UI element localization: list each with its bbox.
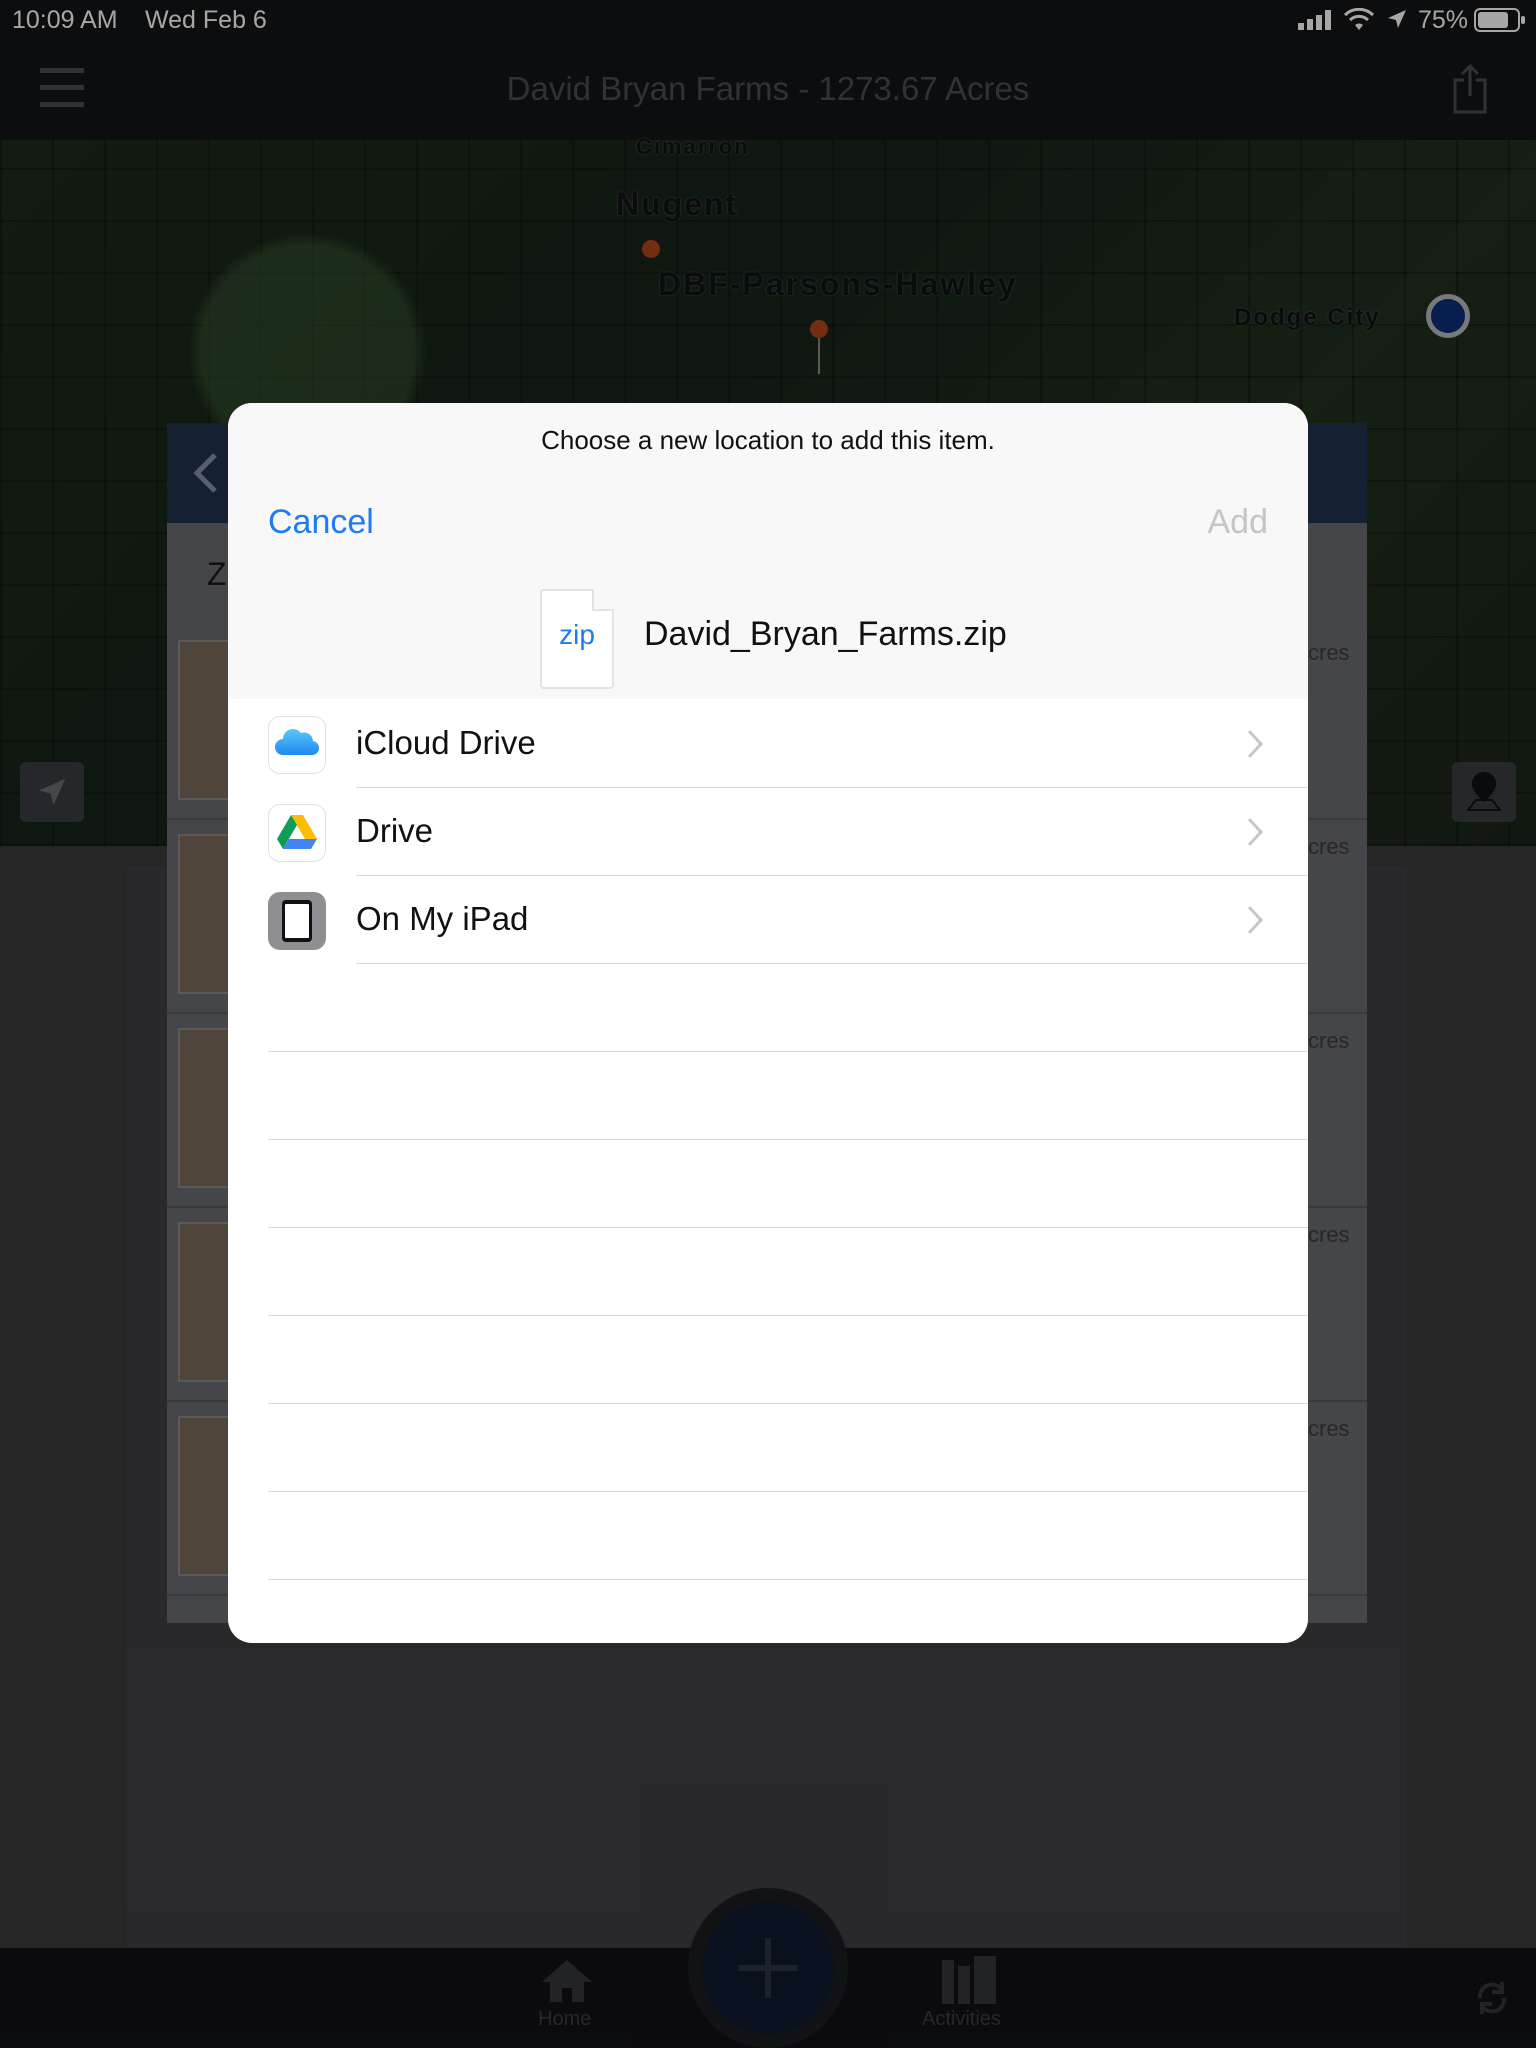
location-icloud-drive[interactable]: iCloud Drive xyxy=(228,700,1308,788)
location-picker-modal: Choose a new location to add this item. … xyxy=(228,403,1308,1643)
empty-row-separator xyxy=(268,1491,1308,1492)
cancel-button[interactable]: Cancel xyxy=(268,503,374,542)
empty-row-separator xyxy=(268,1403,1308,1404)
chevron-right-icon xyxy=(1247,905,1264,935)
location-google-drive[interactable]: Drive xyxy=(228,788,1308,876)
icloud-icon xyxy=(268,716,326,774)
file-name: David_Bryan_Farms.zip xyxy=(644,615,1007,653)
location-label: Drive xyxy=(356,812,434,849)
add-button[interactable]: Add xyxy=(1208,503,1269,542)
modal-prompt: Choose a new location to add this item. xyxy=(541,425,995,455)
row-separator xyxy=(356,963,1308,964)
chevron-right-icon xyxy=(1247,729,1264,759)
location-label: On My iPad xyxy=(356,900,529,937)
google-drive-icon xyxy=(268,804,326,862)
empty-row-separator xyxy=(268,1139,1308,1140)
zip-file-icon: zip xyxy=(540,589,614,689)
location-label: iCloud Drive xyxy=(356,724,536,761)
empty-row-separator xyxy=(268,1579,1308,1580)
empty-row-separator xyxy=(268,1051,1308,1052)
file-extension-label: zip xyxy=(559,619,595,650)
empty-row-separator xyxy=(268,1227,1308,1228)
ipad-icon xyxy=(268,892,326,950)
location-on-my-ipad[interactable]: On My iPad xyxy=(228,876,1308,964)
chevron-right-icon xyxy=(1247,817,1264,847)
empty-row-separator xyxy=(268,1315,1308,1316)
